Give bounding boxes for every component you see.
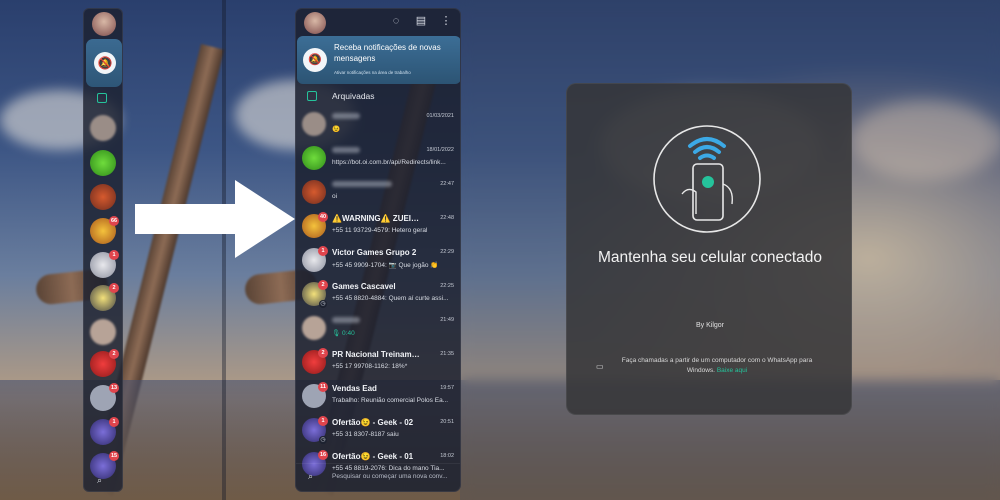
unread-badge: 2 [318,348,328,358]
new-chat-icon[interactable]: ▤ [414,14,428,28]
chat-name: ⚠️WARNING⚠️ ZUEIRA D... [332,214,424,223]
banner-subtitle-link[interactable]: Ativar notificações na área de trabalho [334,70,411,75]
chat-time: 21:49 [440,317,454,323]
unread-badge: 2 [109,349,119,359]
archived-label: Arquivadas [332,91,375,101]
arrow-right-icon [135,180,295,258]
unread-badge: 1 [109,417,119,427]
chat-row[interactable]: 21:49 🎙 0:40 [296,311,460,345]
search-input[interactable]: Pesquisar ou começar uma nova conv... [332,473,454,480]
unread-badge: 15 [109,451,119,461]
unread-badge: 1 [318,416,328,426]
chat-preview: +55 31 8307-8187 saiu [332,431,399,438]
chat-time: 22:47 [440,181,454,187]
chat-preview: 🎙 0:40 [332,330,355,337]
archive-icon [307,91,317,101]
unread-badge: 1 [109,250,119,260]
chat-preview: +55 45 8820-4884: Quem aí curte assi... [332,295,449,302]
card-footer: Faça chamadas a partir de um computador … [617,356,817,376]
panel-header: ◌ ▤ ⋮ [296,9,460,34]
hidden-name [332,147,360,153]
chat-row[interactable]: 2 ◷ Games Cascavel 22:25 +55 45 8820-488… [296,277,460,311]
archive-icon[interactable] [97,93,107,103]
phone-wifi-icon [653,125,761,233]
notification-tile[interactable]: 🔕 [86,39,122,87]
menu-icon[interactable]: ⋮ [439,14,453,28]
unread-badge: 2 [109,283,119,293]
chat-time: 18/01/2022 [426,147,454,153]
chat-avatar [302,146,326,170]
download-link[interactable]: Baixe aqui [717,367,747,374]
chat-time: 22:48 [440,215,454,221]
collapsed-chat-panel: 🔕 66 1 2 2 13 1 15 ⌕ [83,8,123,492]
chat-avatar[interactable] [90,115,116,141]
chat-row[interactable]: 11 Vendas Ead 19:57 Trabalho: Reunião co… [296,379,460,413]
chat-preview: https://bot.oi.com.br/api/Redirects/link… [332,159,446,166]
hidden-name [332,113,360,119]
chat-avatar [302,112,326,136]
search-icon: ⌕ [308,471,314,481]
chat-time: 21:35 [440,351,454,357]
profile-avatar[interactable] [92,12,116,36]
phone-connected-card: Mantenha seu celular conectado By Kilgor… [566,83,852,415]
chat-avatar[interactable] [90,319,116,345]
unread-badge: 66 [109,216,119,226]
muted-clock-icon: ◷ [319,436,327,444]
chat-row[interactable]: 1 Victor Games Grupo 2 22:29 +55 45 9909… [296,243,460,277]
hidden-name [332,181,392,187]
chat-time: 20:51 [440,419,454,425]
chat-time: 18:02 [440,453,454,459]
notification-banner[interactable]: 🔕 Receba notificações de novas mensagens… [297,36,460,84]
chat-preview: oi [332,193,338,200]
chat-name: PR Nacional Treinamentos [332,350,424,359]
chat-list-panel: ◌ ▤ ⋮ 🔕 Receba notificações de novas men… [295,8,461,492]
unread-badge: 1 [318,246,328,256]
chat-avatar[interactable] [90,150,116,176]
chat-time: 19:57 [440,385,454,391]
unread-badge: 13 [109,383,119,393]
profile-avatar[interactable] [304,12,326,34]
chat-row[interactable]: 2 PR Nacional Treinamentos 21:35 +55 17 … [296,345,460,379]
unread-badge: 11 [318,382,328,392]
unread-badge: 16 [318,450,328,460]
card-byline: By Kilgor [695,322,724,329]
banner-title: Receba notificações de novas mensagens [334,43,441,63]
chat-name: Ofertão😉 - Geek - 01 [332,452,414,461]
chat-name: Ofertão😉 - Geek - 02 [332,418,414,427]
chat-preview: +55 45 9909-1704: 📷 Que jogão 👏 [332,262,439,269]
bell-off-icon: 🔕 [303,48,327,72]
chat-avatar [302,316,326,340]
chat-row[interactable]: 40 ⚠️WARNING⚠️ ZUEIRA D... 22:48 +55 11 … [296,209,460,243]
chat-avatar[interactable] [90,184,116,210]
status-icon[interactable]: ◌ [389,14,403,28]
chat-preview: Trabalho: Reunião comercial Polos Ea... [332,397,449,404]
search-bar[interactable]: ⌕ Pesquisar ou começar uma nova conv... [296,463,460,491]
unread-badge: 2 [318,280,328,290]
chat-time: 01/03/2021 [426,113,454,119]
chat-preview: +55 17 99708-1162: 18%* [332,363,408,370]
chat-row[interactable]: 01/03/2021 😉 [296,107,460,141]
hidden-name [332,317,360,323]
laptop-icon: ▭ [596,362,604,371]
card-title: Mantenha seu celular conectado [597,249,823,266]
chat-row[interactable]: 1 ◷ Ofertão😉 - Geek - 02 20:51 +55 31 83… [296,413,460,447]
chat-avatar [302,180,326,204]
muted-clock-icon: ◷ [319,300,327,308]
chat-row[interactable]: 18/01/2022 https://bot.oi.com.br/api/Red… [296,141,460,175]
chat-time: 22:29 [440,249,454,255]
chat-name: Games Cascavel [332,282,396,291]
chat-name: Vendas Ead [332,384,377,393]
chat-row[interactable]: 22:47 oi [296,175,460,209]
chat-name: Victor Games Grupo 2 [332,248,417,257]
chat-time: 22:25 [440,283,454,289]
bell-off-icon: 🔕 [94,52,116,74]
search-icon[interactable]: ⌕ [97,475,102,486]
unread-badge: 40 [318,212,328,222]
chat-preview: +55 11 93729-4579: Hetero geral [332,227,428,234]
archived-row[interactable]: Arquivadas [296,87,460,107]
chat-preview: 😉 [332,126,341,133]
